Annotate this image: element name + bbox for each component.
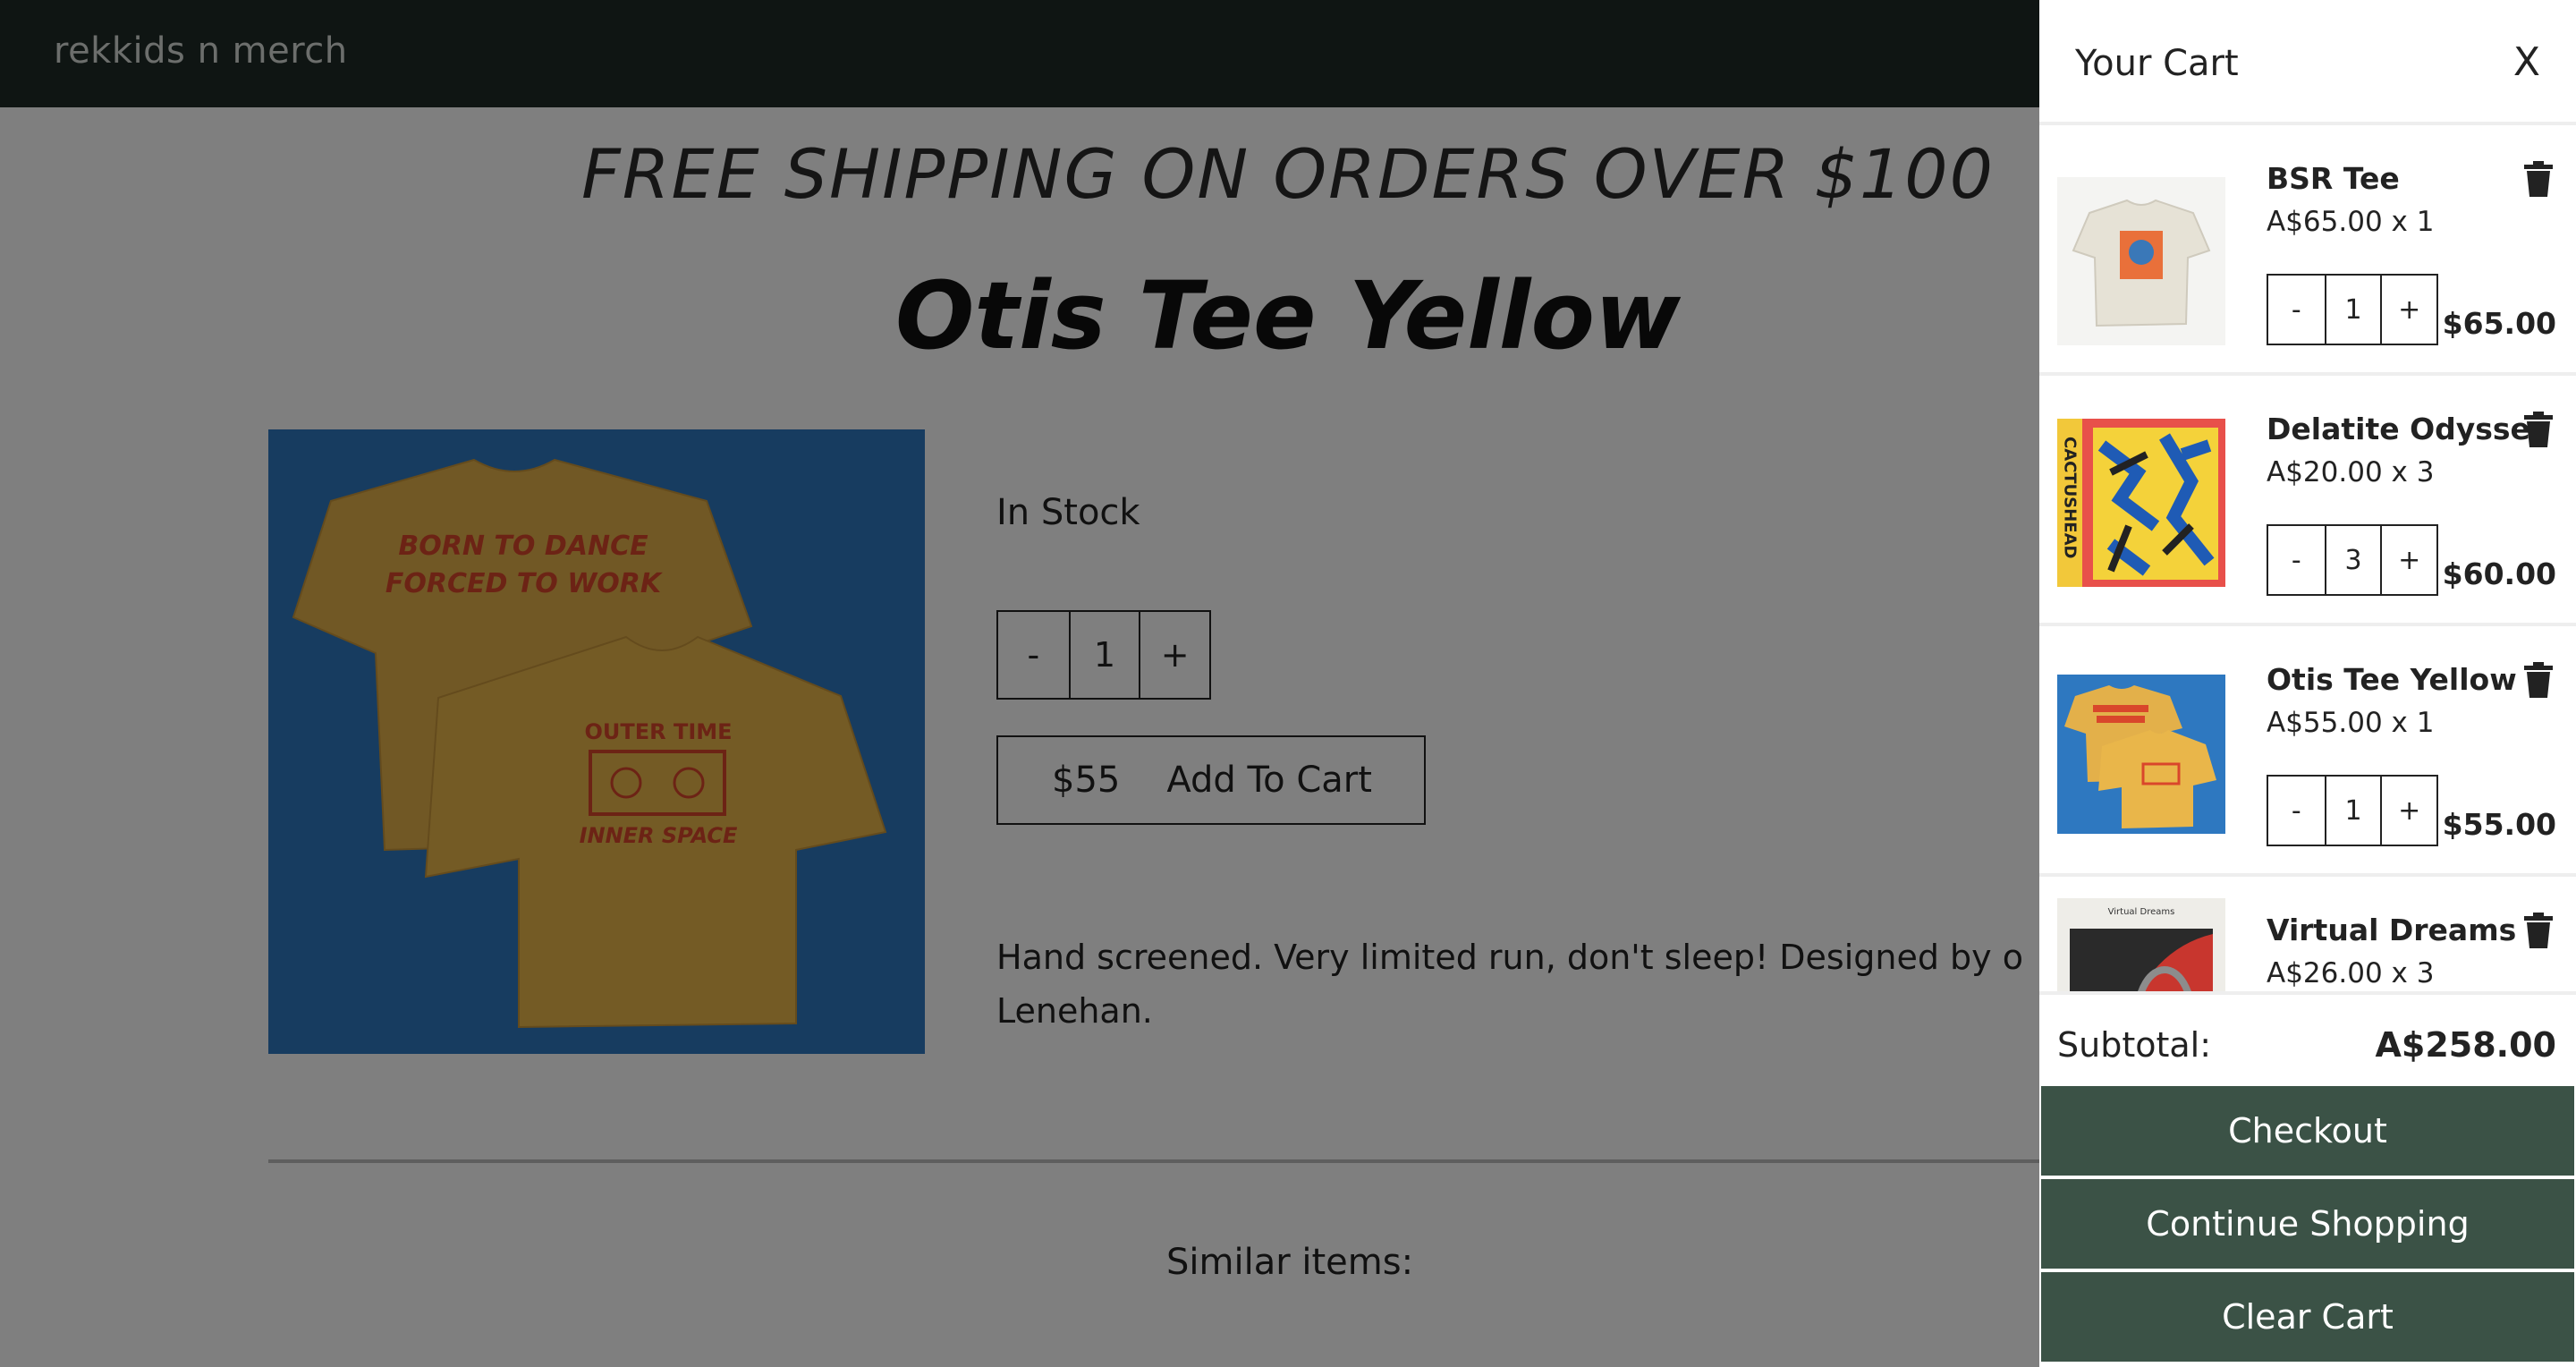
quantity-value[interactable]: 3 <box>2324 526 2381 594</box>
cart-item-unit-price: A$20.00 x 3 <box>2267 456 2435 488</box>
cover-text: CACTUSHEAD <box>2061 437 2080 558</box>
increase-button[interactable]: + <box>2380 276 2436 344</box>
cart-subtotal: Subtotal: A$258.00 <box>2039 991 2576 1084</box>
decrease-button[interactable]: - <box>2268 526 2325 594</box>
close-icon[interactable]: X <box>2513 39 2540 85</box>
cart-item: Otis Tee Yellow A$55.00 x 1 - 1 + $55.00 <box>2039 630 2576 877</box>
cart-drawer: Your Cart X BSR Tee A$65.00 x 1 - 1 + $6… <box>2039 0 2576 1367</box>
quantity-value[interactable]: 1 <box>2324 276 2381 344</box>
subtotal-value: A$258.00 <box>2375 1025 2557 1065</box>
checkout-button[interactable]: Checkout <box>2041 1086 2574 1176</box>
cart-item-total: $55.00 <box>2442 807 2556 842</box>
increase-button[interactable]: + <box>2380 777 2436 845</box>
cart-item-total: $60.00 <box>2442 556 2556 591</box>
cart-item-quantity-stepper: - 3 + <box>2267 524 2438 596</box>
increase-button[interactable]: + <box>2380 526 2436 594</box>
trash-icon[interactable] <box>2522 662 2555 698</box>
cart-title: Your Cart <box>2075 43 2239 84</box>
cart-item-unit-price: A$65.00 x 1 <box>2267 206 2435 238</box>
quantity-value[interactable]: 1 <box>2324 777 2381 845</box>
cart-item: CACTUSHEAD Delatite Odyssey A$20.00 x 3 … <box>2039 379 2576 626</box>
decrease-button[interactable]: - <box>2268 276 2325 344</box>
continue-shopping-button[interactable]: Continue Shopping <box>2041 1179 2574 1269</box>
trash-icon[interactable] <box>2522 913 2555 948</box>
trash-icon[interactable] <box>2522 412 2555 447</box>
cart-item-total: $65.00 <box>2442 306 2556 341</box>
cart-item: Virtual Dreams Virtual Dreams A$26.00 x … <box>2039 880 2576 991</box>
cart-item: BSR Tee A$65.00 x 1 - 1 + $65.00 <box>2039 129 2576 376</box>
cover-text: Virtual Dreams <box>2108 907 2175 917</box>
subtotal-label: Subtotal: <box>2057 1025 2212 1065</box>
cart-item-quantity-stepper: - 1 + <box>2267 775 2438 846</box>
cart-header: Your Cart X <box>2039 0 2576 125</box>
cart-item-thumbnail: CACTUSHEAD <box>2057 419 2225 587</box>
cart-item-thumbnail: Virtual Dreams <box>2057 898 2225 991</box>
cart-item-name: Virtual Dreams <box>2267 913 2517 947</box>
trash-icon[interactable] <box>2522 161 2555 197</box>
cart-item-name: Otis Tee Yellow <box>2267 662 2517 697</box>
cart-item-quantity-stepper: - 1 + <box>2267 274 2438 345</box>
cart-item-name: BSR Tee <box>2267 161 2400 196</box>
clear-cart-button[interactable]: Clear Cart <box>2041 1272 2574 1362</box>
decrease-button[interactable]: - <box>2268 777 2325 845</box>
cart-items-list[interactable]: BSR Tee A$65.00 x 1 - 1 + $65.00 CACTUSH… <box>2039 129 2576 991</box>
cart-item-thumbnail <box>2057 675 2225 834</box>
cart-item-thumbnail <box>2057 177 2225 345</box>
cart-item-name: Delatite Odyssey <box>2267 412 2550 446</box>
cart-item-unit-price: A$55.00 x 1 <box>2267 707 2435 739</box>
cart-item-unit-price: A$26.00 x 3 <box>2267 957 2435 989</box>
